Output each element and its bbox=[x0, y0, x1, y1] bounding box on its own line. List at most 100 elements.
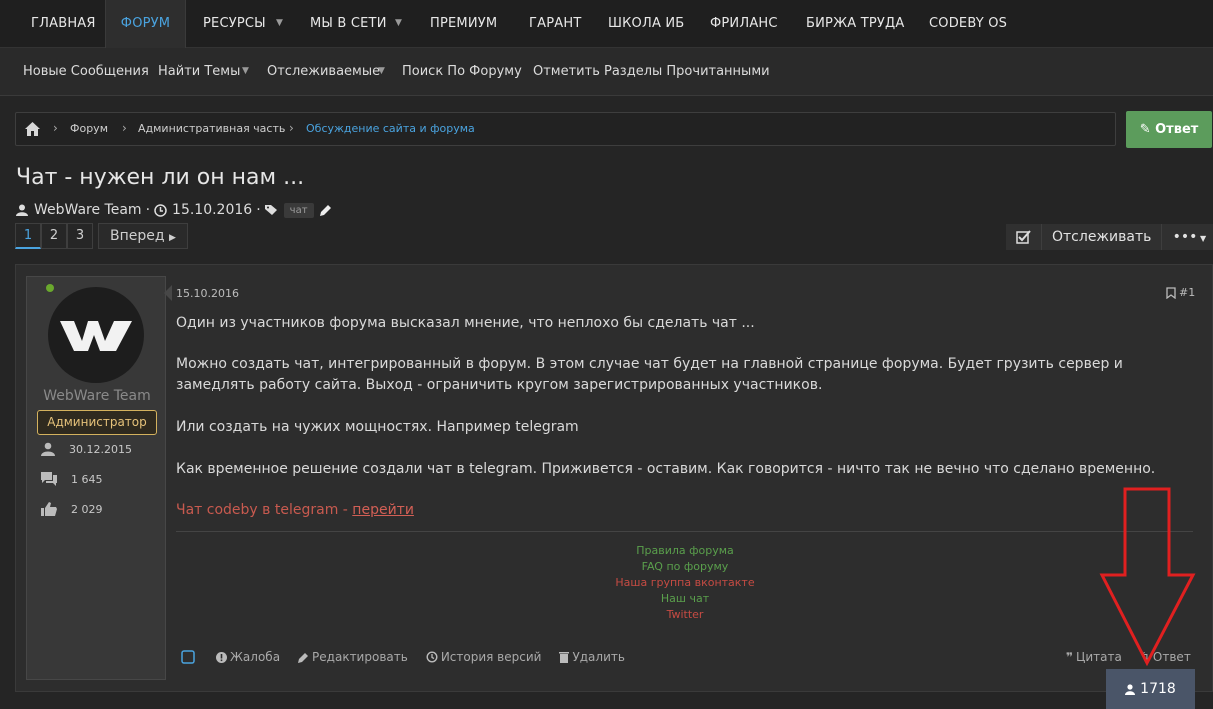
subnav-new-messages[interactable]: Новые Сообщения bbox=[23, 48, 149, 96]
clock-icon bbox=[154, 203, 167, 217]
breadcrumb-current[interactable]: Обсуждение сайта и форума bbox=[306, 122, 475, 135]
home-icon[interactable] bbox=[25, 121, 40, 140]
signature-link-rules[interactable]: Правила форума bbox=[576, 543, 794, 559]
page-1[interactable]: 1 bbox=[15, 223, 41, 249]
more-options-button[interactable]: ••• ▼ bbox=[1162, 224, 1213, 250]
thread-author[interactable]: WebWare Team bbox=[34, 202, 142, 218]
webware-logo bbox=[60, 321, 132, 351]
post-permalink[interactable]: #1 bbox=[1166, 286, 1195, 299]
messages-count: 1 645 bbox=[71, 472, 103, 486]
report-label: Жалоба bbox=[230, 650, 281, 664]
history-button[interactable]: История версий bbox=[426, 650, 542, 664]
post-author-name[interactable]: WebWare Team bbox=[27, 388, 167, 404]
chevron-down-icon[interactable]: ▼ bbox=[242, 48, 249, 96]
breadcrumb-forum[interactable]: Форум bbox=[70, 122, 108, 135]
post-paragraph: Один из участников форума высказал мнени… bbox=[176, 315, 755, 331]
reply-button[interactable]: ✎ Ответ bbox=[1126, 111, 1212, 148]
select-post-checkbox[interactable] bbox=[181, 650, 198, 664]
user-role-badge: Администратор bbox=[37, 410, 157, 435]
reply-button-label: Ответ bbox=[1155, 122, 1199, 137]
next-page-button[interactable]: Вперед ▶ bbox=[98, 223, 188, 249]
top-navigation: ГЛАВНАЯ ФОРУМ РЕСУРСЫ ▼ МЫ В СЕТИ ▼ ПРЕМ… bbox=[0, 0, 1213, 48]
nav-resources[interactable]: РЕСУРСЫ bbox=[203, 0, 266, 48]
views-count: 1718 bbox=[1140, 681, 1176, 697]
nav-online[interactable]: МЫ В СЕТИ bbox=[310, 0, 387, 48]
pagination: 1 2 3 Вперед ▶ bbox=[15, 223, 188, 249]
post-paragraph: Можно создать чат, интегрированный в фор… bbox=[176, 356, 1123, 393]
subnav-mark-read[interactable]: Отметить Разделы Прочитанными bbox=[533, 48, 770, 96]
checkbox-icon bbox=[1015, 230, 1031, 244]
post-paragraph: Как временное решение создали чат в tele… bbox=[176, 461, 1156, 477]
telegram-text: Чат codeby в telegram - bbox=[176, 502, 353, 518]
signature-link-chat[interactable]: Наш чат bbox=[576, 591, 794, 607]
page-2[interactable]: 2 bbox=[41, 223, 67, 249]
nav-job-exchange[interactable]: БИРЖА ТРУДА bbox=[806, 0, 904, 48]
user-card-pointer bbox=[164, 285, 172, 301]
history-label: История версий bbox=[440, 650, 542, 664]
telegram-line: Чат codeby в telegram - перейти bbox=[176, 502, 414, 518]
quote-icon: ❞ bbox=[1066, 650, 1074, 664]
post-paragraph: Или создать на чужих мощностях. Например… bbox=[176, 419, 579, 435]
joined-date: 30.12.2015 bbox=[69, 442, 132, 456]
sub-navigation: Новые Сообщения Найти Темы ▼ Отслеживаем… bbox=[0, 48, 1213, 96]
page-3[interactable]: 3 bbox=[67, 223, 93, 249]
subnav-search-forum[interactable]: Поиск По Форуму bbox=[402, 48, 522, 96]
reactions-stat: 2 029 bbox=[41, 501, 103, 517]
chevron-right-icon: › bbox=[289, 121, 294, 135]
trash-icon bbox=[559, 651, 570, 663]
chevron-down-icon[interactable]: ▼ bbox=[395, 0, 402, 48]
signature-link-twitter[interactable]: Twitter bbox=[576, 607, 794, 623]
post-date[interactable]: 15.10.2016 bbox=[176, 287, 239, 300]
signature-divider bbox=[176, 531, 1193, 532]
breadcrumb-admin-section[interactable]: Административная часть bbox=[138, 122, 285, 135]
avatar[interactable] bbox=[48, 287, 144, 383]
messages-stat: 1 645 bbox=[41, 471, 103, 487]
checkbox-icon bbox=[181, 650, 195, 664]
subnav-watched[interactable]: Отслеживаемые bbox=[267, 48, 380, 96]
nav-school[interactable]: ШКОЛА ИБ bbox=[608, 0, 684, 48]
subnav-find-threads[interactable]: Найти Темы bbox=[158, 48, 240, 96]
chevron-right-icon: › bbox=[122, 121, 127, 135]
bookmark-icon[interactable] bbox=[1166, 286, 1176, 299]
annotation-arrow-icon bbox=[1099, 487, 1196, 667]
report-button[interactable]: Жалоба bbox=[216, 650, 280, 664]
reactions-count: 2 029 bbox=[71, 502, 103, 516]
post-actions: Жалоба Редактировать История версий Удал… bbox=[181, 649, 643, 665]
nav-home[interactable]: ГЛАВНАЯ bbox=[31, 0, 96, 48]
edit-button[interactable]: Редактировать bbox=[298, 650, 408, 664]
tag-badge[interactable]: чат bbox=[283, 202, 314, 218]
nav-guarantee[interactable]: ГАРАНТ bbox=[529, 0, 581, 48]
user-icon bbox=[1125, 683, 1136, 695]
chevron-down-icon[interactable]: ▼ bbox=[276, 0, 283, 48]
pencil-icon bbox=[298, 652, 309, 663]
delete-label: Удалить bbox=[572, 650, 625, 664]
chevron-right-icon: › bbox=[53, 121, 58, 135]
signature-link-faq[interactable]: FAQ по форуму bbox=[576, 559, 794, 575]
tags-icon bbox=[264, 205, 277, 215]
thread-date: 15.10.2016 bbox=[172, 202, 253, 218]
chevron-right-icon: ▶ bbox=[169, 233, 176, 243]
signature-link-vk[interactable]: Наша группа вконтакте bbox=[576, 575, 794, 591]
follow-button[interactable]: Отслеживать bbox=[1042, 224, 1163, 250]
follow-controls: Отслеживать ••• ▼ bbox=[1006, 224, 1213, 250]
delete-button[interactable]: Удалить bbox=[559, 650, 625, 664]
info-icon bbox=[216, 651, 227, 663]
edit-label: Редактировать bbox=[312, 650, 408, 664]
nav-codeby-os[interactable]: CODEBY OS bbox=[929, 0, 1007, 48]
pencil-icon[interactable] bbox=[319, 204, 332, 216]
thumbs-up-icon bbox=[41, 502, 57, 516]
select-checkbox[interactable] bbox=[1006, 224, 1042, 250]
nav-premium[interactable]: ПРЕМИУМ bbox=[430, 0, 497, 48]
history-icon bbox=[426, 651, 438, 663]
pencil-icon: ✎ bbox=[1139, 122, 1156, 137]
chevron-down-icon[interactable]: ▼ bbox=[378, 48, 385, 96]
post: WebWare Team Администратор 30.12.2015 1 … bbox=[15, 264, 1213, 692]
online-indicator bbox=[46, 284, 54, 292]
thread-meta: WebWare Team · 15.10.2016 · чат bbox=[16, 200, 332, 220]
next-page-label: Вперед bbox=[110, 228, 165, 244]
user-card: WebWare Team Администратор 30.12.2015 1 … bbox=[26, 276, 166, 680]
nav-forum[interactable]: ФОРУМ bbox=[105, 0, 186, 48]
nav-freelance[interactable]: ФРИЛАНС bbox=[710, 0, 778, 48]
telegram-link[interactable]: перейти bbox=[352, 502, 414, 518]
breadcrumb: › Форум › Административная часть › Обсуж… bbox=[15, 112, 1116, 146]
